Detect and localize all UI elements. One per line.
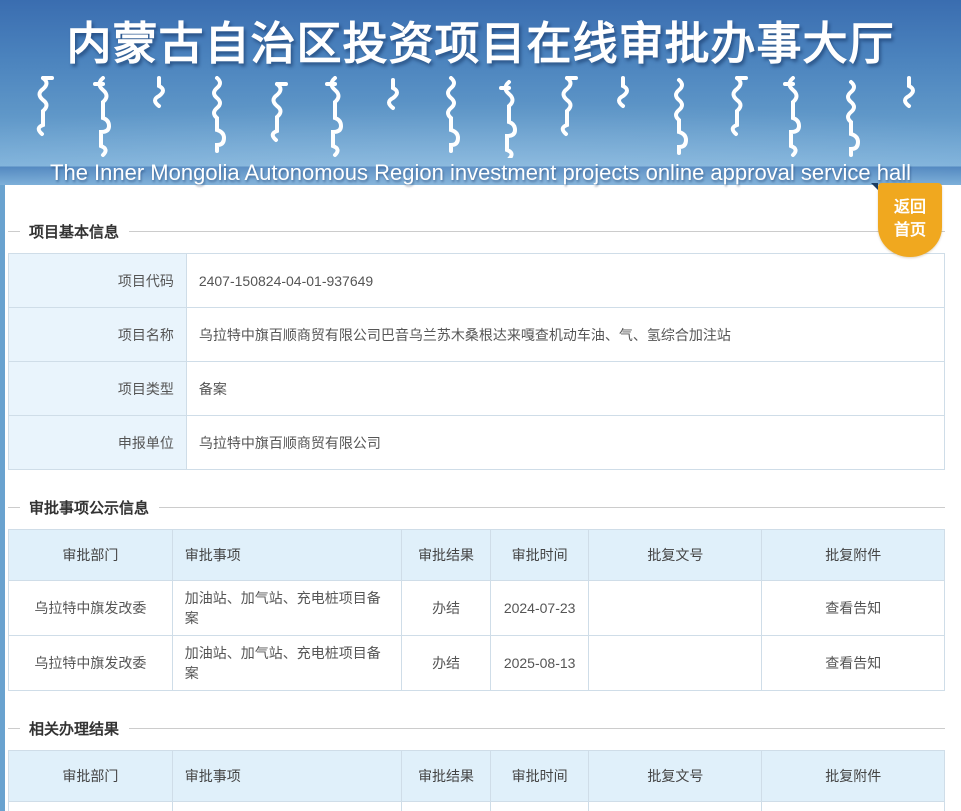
field-value-declaring-unit: 乌拉特中旗百顺商贸有限公司 <box>185 415 946 470</box>
table-row: 项目类型 备案 <box>8 361 946 416</box>
section-title: 相关办理结果 <box>29 721 120 738</box>
legend-left-line <box>8 507 20 508</box>
cell-item <box>171 801 403 811</box>
section-legend: 项目基本信息 <box>8 221 945 242</box>
site-subtitle-english: The Inner Mongolia Autonomous Region inv… <box>50 160 911 185</box>
site-banner: 内蒙古自治区投资项目在线审批办事大厅 The Inner Mongolia Au… <box>0 0 961 185</box>
cell-item: 加油站、加气站、充电桩项目备案 <box>171 635 403 691</box>
section-title: 项目基本信息 <box>29 224 120 241</box>
mongolian-script-banner <box>36 76 915 158</box>
table-row: 申报单位 乌拉特中旗百顺商贸有限公司 <box>8 415 946 470</box>
legend-left-line <box>8 728 20 729</box>
column-header-dept: 审批部门 <box>8 529 173 581</box>
column-header-time: 审批时间 <box>490 529 590 581</box>
back-home-label-line2: 首页 <box>893 222 926 240</box>
basic-info-table: 项目代码 2407-150824-04-01-937649 项目名称 乌拉特中旗… <box>8 253 946 470</box>
cell-attachment: 查看告知 <box>761 580 945 636</box>
view-notice-link[interactable]: 查看告知 <box>825 655 881 671</box>
field-value-project-name: 乌拉特中旗百顺商贸有限公司巴音乌兰苏木桑根达来嘎查机动车油、气、氢综合加注站 <box>185 307 946 362</box>
site-title-chinese: 内蒙古自治区投资项目在线审批办事大厅 <box>66 18 895 69</box>
table-row: 项目名称 乌拉特中旗百顺商贸有限公司巴音乌兰苏木桑根达来嘎查机动车油、气、氢综合… <box>8 307 946 362</box>
column-header-attachment: 批复附件 <box>761 750 945 802</box>
table-header-row: 审批部门 审批事项 审批结果 审批时间 批复文号 批复附件 <box>8 529 945 581</box>
field-label-project-type: 项目类型 <box>8 361 187 416</box>
table-header-row: 审批部门 审批事项 审批结果 审批时间 批复文号 批复附件 <box>8 750 945 802</box>
section-legend: 审批事项公示信息 <box>8 497 945 518</box>
cell-item: 加油站、加气站、充电桩项目备案 <box>171 580 403 636</box>
back-home-label-line1: 返回 <box>893 199 926 216</box>
cell-attachment: 查看告知 <box>761 635 945 691</box>
legend-right-line <box>129 231 945 232</box>
section-basic-info: 项目基本信息 项目代码 2407-150824-04-01-937649 项目名… <box>8 221 946 470</box>
column-header-attachment: 批复附件 <box>761 529 945 581</box>
cell-doc-no <box>588 635 763 691</box>
legend-left-line <box>8 231 20 232</box>
field-label-project-code: 项目代码 <box>8 253 187 308</box>
cell-result <box>401 801 492 811</box>
column-header-doc-no: 批复文号 <box>588 750 763 802</box>
column-header-dept: 审批部门 <box>8 750 173 802</box>
cell-result: 办结 <box>401 635 492 691</box>
column-header-doc-no: 批复文号 <box>588 529 763 581</box>
legend-right-line <box>159 507 945 508</box>
section-approval-publicity: 审批事项公示信息 审批部门 审批事项 审批结果 审批时间 批复文号 批复附件 乌… <box>8 497 945 691</box>
ribbon-fold-icon <box>871 183 878 190</box>
cell-time <box>490 801 590 811</box>
legend-right-line <box>129 728 945 729</box>
related-results-table: 审批部门 审批事项 审批结果 审批时间 批复文号 批复附件 <box>8 750 945 811</box>
cell-time: 2025-08-13 <box>490 635 590 691</box>
table-row: 乌拉特中旗发改委 加油站、加气站、充电桩项目备案 办结 2025-08-13 查… <box>8 635 945 691</box>
table-row: 项目代码 2407-150824-04-01-937649 <box>8 253 946 308</box>
field-label-declaring-unit: 申报单位 <box>8 415 187 470</box>
column-header-result: 审批结果 <box>401 750 492 802</box>
section-legend: 相关办理结果 <box>8 718 945 739</box>
cell-dept <box>8 801 173 811</box>
column-header-result: 审批结果 <box>401 529 492 581</box>
column-header-item: 审批事项 <box>171 750 403 802</box>
view-notice-link[interactable]: 查看告知 <box>825 600 881 616</box>
section-title: 审批事项公示信息 <box>29 500 150 517</box>
field-value-project-type: 备案 <box>185 361 946 416</box>
field-value-project-code: 2407-150824-04-01-937649 <box>185 253 946 308</box>
cell-dept: 乌拉特中旗发改委 <box>8 580 173 636</box>
table-row <box>8 801 945 811</box>
column-header-item: 审批事项 <box>171 529 403 581</box>
approval-publicity-table: 审批部门 审批事项 审批结果 审批时间 批复文号 批复附件 乌拉特中旗发改委 加… <box>8 529 945 691</box>
cell-dept: 乌拉特中旗发改委 <box>8 635 173 691</box>
main-content: 项目基本信息 项目代码 2407-150824-04-01-937649 项目名… <box>0 221 961 811</box>
cell-doc-no <box>588 801 763 811</box>
cell-time: 2024-07-23 <box>490 580 590 636</box>
cell-result: 办结 <box>401 580 492 636</box>
back-home-button[interactable]: 返回 首页 <box>871 183 942 257</box>
field-label-project-name: 项目名称 <box>8 307 187 362</box>
cell-attachment <box>761 801 945 811</box>
cell-doc-no <box>588 580 763 636</box>
section-related-results: 相关办理结果 审批部门 审批事项 审批结果 审批时间 批复文号 批复附件 <box>8 718 945 811</box>
column-header-time: 审批时间 <box>490 750 590 802</box>
table-row: 乌拉特中旗发改委 加油站、加气站、充电桩项目备案 办结 2024-07-23 查… <box>8 580 945 636</box>
page: 内蒙古自治区投资项目在线审批办事大厅 The Inner Mongolia Au… <box>0 0 961 811</box>
